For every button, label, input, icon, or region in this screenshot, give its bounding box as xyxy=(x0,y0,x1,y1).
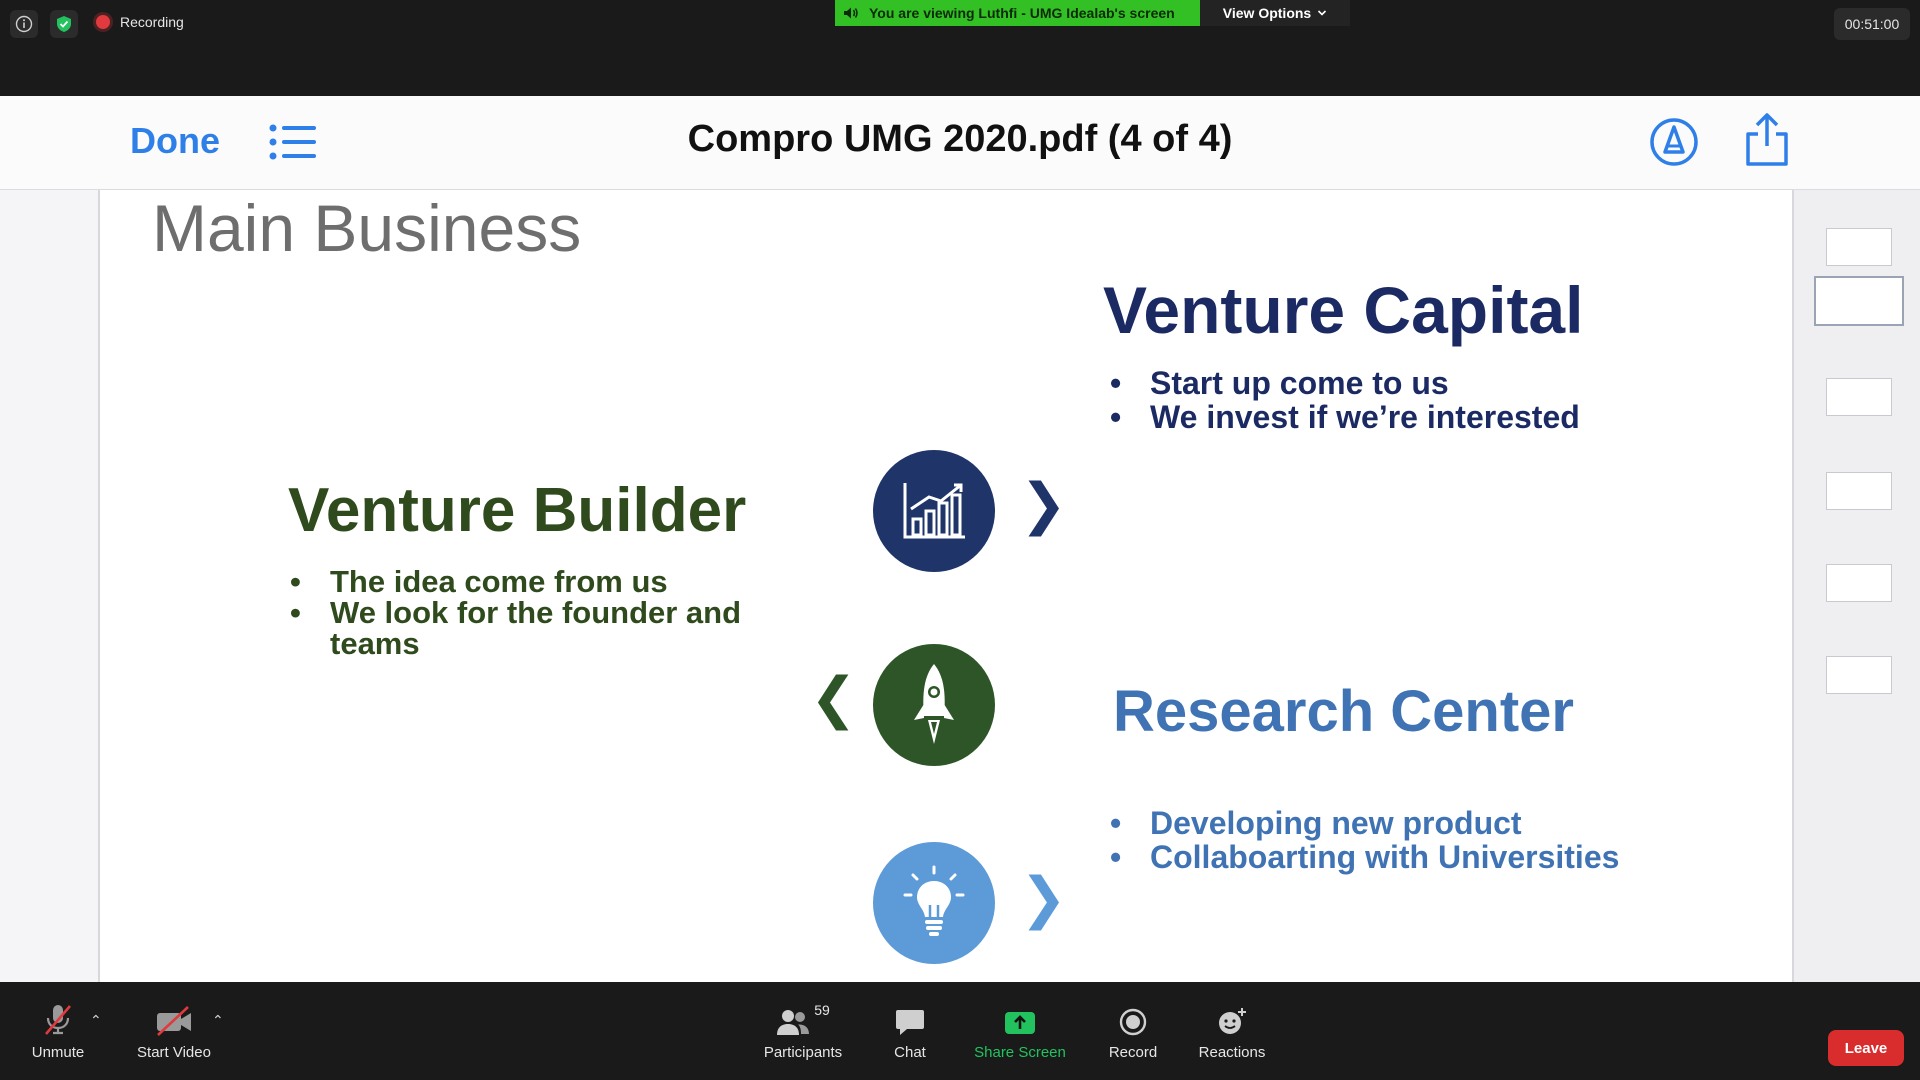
viewing-screen-banner: You are viewing Luthfi - UMG Idealab's s… xyxy=(835,0,1200,26)
page-thumbnail[interactable] xyxy=(1826,564,1892,602)
reactions-button[interactable]: Reactions xyxy=(1196,1000,1268,1061)
speaker-icon xyxy=(844,7,858,19)
participants-icon xyxy=(777,1010,810,1035)
record-label: Record xyxy=(1108,1044,1158,1061)
page-thumbnail[interactable] xyxy=(1826,378,1892,416)
page-thumbnail[interactable] xyxy=(1826,228,1892,266)
share-screen-button[interactable]: Share Screen xyxy=(970,1000,1070,1061)
page-thumbnail[interactable] xyxy=(1826,472,1892,510)
page-thumbnail[interactable] xyxy=(1826,656,1892,694)
view-options-label: View Options xyxy=(1222,5,1312,21)
participants-label: Participants xyxy=(763,1044,843,1061)
chat-label: Chat xyxy=(894,1044,926,1061)
start-video-button[interactable]: Start Video xyxy=(134,1000,214,1061)
share-screen-label: Share Screen xyxy=(974,1044,1066,1061)
venture-capital-list: Start up come to us We invest if we’re i… xyxy=(1110,366,1580,434)
reactions-label: Reactions xyxy=(1198,1044,1266,1061)
record-button[interactable]: Record xyxy=(1100,1000,1166,1061)
light-bulb-icon xyxy=(873,842,995,964)
chevron-right-icon: ❯ xyxy=(1020,866,1067,929)
microphone-muted-icon xyxy=(42,1000,74,1036)
markup-pen-icon[interactable] xyxy=(1648,116,1700,168)
slide-title: Main Business xyxy=(152,191,582,265)
pdf-viewer-header: Done Compro UMG 2020.pdf (4 of 4) xyxy=(0,96,1920,190)
chat-button[interactable]: Chat xyxy=(880,1000,940,1061)
unmute-button[interactable]: Unmute xyxy=(30,1000,86,1061)
document-title: Compro UMG 2020.pdf (4 of 4) xyxy=(687,118,1233,160)
rocket-icon xyxy=(873,644,995,766)
meeting-top-bar: Recording You are viewing Luthfi - UMG I… xyxy=(0,0,1920,96)
research-center-title: Research Center xyxy=(1113,679,1574,744)
share-file-icon[interactable] xyxy=(1742,112,1792,168)
bar-chart-icon xyxy=(873,450,995,572)
list-item: Developing new product xyxy=(1110,806,1619,840)
start-video-label: Start Video xyxy=(137,1044,211,1061)
recording-label: Recording xyxy=(120,14,184,30)
participants-button[interactable]: 59 Participants xyxy=(760,1000,846,1061)
participants-count: 59 xyxy=(814,1002,830,1018)
chevron-left-icon: ❮ xyxy=(810,666,857,729)
page-thumbnail-active[interactable] xyxy=(1814,276,1904,326)
view-options-button[interactable]: View Options xyxy=(1200,0,1350,26)
add-reaction-icon xyxy=(1217,1000,1247,1036)
video-camera-off-icon xyxy=(155,1000,193,1036)
leave-button[interactable]: Leave xyxy=(1828,1030,1904,1066)
shared-screen: Done Compro UMG 2020.pdf (4 of 4) Main B… xyxy=(0,96,1920,982)
chat-bubble-icon xyxy=(895,1000,925,1036)
chevron-right-icon: ❯ xyxy=(1020,472,1067,535)
page-thumbnail-strip xyxy=(1792,190,1920,982)
viewing-banner-text: You are viewing Luthfi - UMG Idealab's s… xyxy=(869,5,1175,21)
venture-capital-title: Venture Capital xyxy=(1103,273,1584,347)
chevron-down-icon xyxy=(1318,10,1327,16)
recording-dot-icon xyxy=(96,15,110,29)
list-item: Start up come to us xyxy=(1110,366,1580,400)
unmute-label: Unmute xyxy=(31,1044,85,1061)
audio-options-chevron-up-icon[interactable]: ⌃ xyxy=(90,1012,102,1029)
list-item: We invest if we’re interested xyxy=(1110,400,1580,434)
research-center-list: Developing new product Collaboarting wit… xyxy=(1110,806,1619,874)
meeting-toolbar: Unmute ⌃ Start Video ⌃ 59 Participants C… xyxy=(0,982,1920,1080)
venture-builder-list: The idea come from us We look for the fo… xyxy=(290,566,810,659)
list-item: The idea come from us xyxy=(290,566,810,597)
security-shield-icon[interactable] xyxy=(50,10,78,38)
viewer-left-margin xyxy=(0,190,100,982)
video-options-chevron-up-icon[interactable]: ⌃ xyxy=(212,1012,224,1029)
recording-indicator: Recording xyxy=(96,14,184,30)
meeting-timer: 00:51:00 xyxy=(1834,8,1910,40)
pdf-page: Main Business Venture Capital Start up c… xyxy=(100,190,1792,982)
record-icon xyxy=(1119,1000,1147,1036)
list-item: Collaboarting with Universities xyxy=(1110,840,1619,874)
share-screen-arrow-icon xyxy=(1004,1000,1036,1036)
venture-builder-title: Venture Builder xyxy=(288,476,747,545)
info-icon[interactable] xyxy=(10,10,38,38)
list-item: We look for the founder and teams xyxy=(290,597,810,659)
participants-icon-group: 59 xyxy=(776,1000,830,1036)
